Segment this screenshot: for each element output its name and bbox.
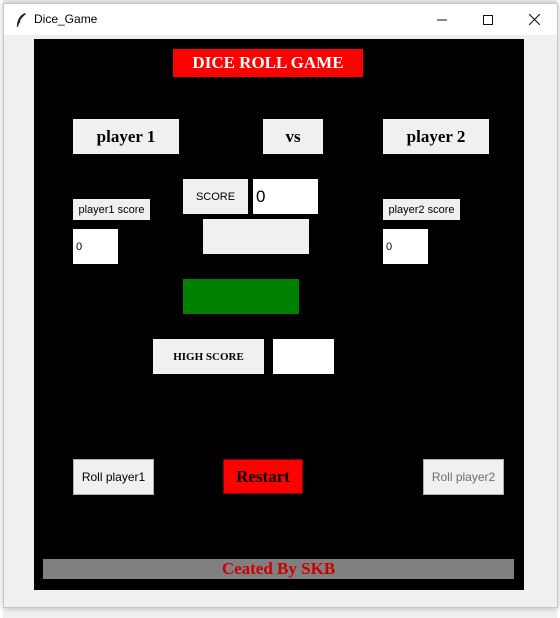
high-score-label: HIGH SCORE	[153, 339, 264, 374]
score-field[interactable]: 0	[253, 179, 318, 214]
roll-player1-button[interactable]: Roll player1	[73, 459, 154, 495]
game-title: DICE ROLL GAME	[173, 49, 363, 77]
player1-label: player 1	[73, 119, 179, 154]
roll-player2-button[interactable]: Roll player2	[423, 459, 504, 495]
score-label: SCORE	[183, 179, 248, 214]
player1-score-label: player1 score	[73, 199, 150, 220]
dice-indicator	[183, 279, 299, 314]
app-window: Dice_Game DICE ROLL GAME player 1 vs pla…	[3, 3, 558, 608]
title-bar[interactable]: Dice_Game	[4, 4, 557, 35]
player2-score-label: player2 score	[383, 199, 460, 220]
minimize-icon	[437, 19, 447, 20]
minimize-button[interactable]	[419, 4, 465, 35]
footer-credit: Ceated By SKB	[43, 559, 514, 579]
window-title: Dice_Game	[34, 12, 98, 26]
maximize-icon	[483, 14, 493, 25]
player2-label: player 2	[383, 119, 489, 154]
dice-display	[203, 219, 309, 254]
feather-icon	[16, 13, 26, 28]
maximize-button[interactable]	[465, 4, 511, 35]
vs-label: vs	[263, 119, 323, 154]
player2-score-field[interactable]: 0	[383, 229, 428, 264]
close-button[interactable]	[511, 4, 557, 35]
high-score-field[interactable]	[273, 339, 334, 374]
player1-score-field[interactable]: 0	[73, 229, 118, 264]
game-canvas: DICE ROLL GAME player 1 vs player 2 SCOR…	[34, 39, 524, 590]
restart-button[interactable]: Restart	[223, 459, 303, 494]
close-icon	[528, 14, 540, 25]
